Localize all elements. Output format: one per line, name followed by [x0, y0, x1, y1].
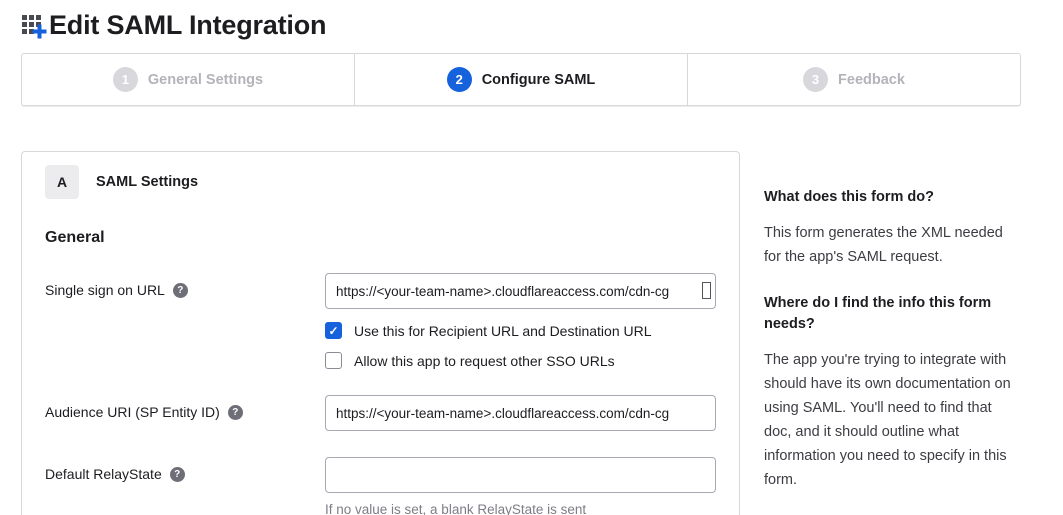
- help-question-2: Where do I find the info this form needs…: [764, 293, 1014, 335]
- default-relaystate-row: Default RelayState If no value is set, a…: [45, 457, 716, 515]
- other-sso-checkbox-row: Allow this app to request other SSO URLs: [325, 352, 716, 369]
- audience-uri-label-group: Audience URI (SP Entity ID): [45, 395, 325, 420]
- content: A SAML Settings General Single sign on U…: [21, 151, 1021, 515]
- tab-configure-saml[interactable]: 2 Configure SAML: [354, 54, 687, 105]
- other-sso-checkbox[interactable]: [325, 352, 342, 369]
- default-relaystate-label-group: Default RelayState: [45, 457, 325, 482]
- tab-feedback[interactable]: 3 Feedback: [687, 54, 1020, 105]
- step-number-badge: 1: [113, 67, 138, 92]
- general-group-title: General: [45, 229, 716, 247]
- section-a-badge: A: [45, 165, 79, 199]
- step-number-badge: 2: [447, 67, 472, 92]
- tab-general-settings[interactable]: 1 General Settings: [22, 54, 354, 105]
- step-number-badge: 3: [803, 67, 828, 92]
- page: Edit SAML Integration 1 General Settings…: [21, 0, 1021, 515]
- section-title: SAML Settings: [96, 174, 198, 190]
- recipient-url-checkbox-label: Use this for Recipient URL and Destinati…: [354, 323, 652, 339]
- audience-uri-label: Audience URI (SP Entity ID): [45, 404, 220, 420]
- audience-uri-input-wrap: [325, 395, 716, 431]
- section-header: A SAML Settings: [45, 165, 716, 199]
- help-icon[interactable]: [228, 405, 243, 420]
- help-answer-2: The app you're trying to integrate with …: [764, 348, 1014, 492]
- default-relaystate-input[interactable]: [325, 457, 716, 493]
- page-title: Edit SAML Integration: [49, 10, 326, 41]
- wizard-steps: 1 General Settings 2 Configure SAML 3 Fe…: [21, 53, 1021, 106]
- step-label: Feedback: [838, 72, 905, 88]
- page-header: Edit SAML Integration: [21, 0, 1021, 53]
- recipient-url-checkbox-row: Use this for Recipient URL and Destinati…: [325, 322, 716, 339]
- sso-url-label: Single sign on URL: [45, 282, 165, 298]
- help-panel: What does this form do? This form genera…: [764, 151, 1014, 515]
- default-relaystate-input-wrap: [325, 457, 716, 493]
- audience-uri-field-group: [325, 395, 716, 431]
- help-question-1: What does this form do?: [764, 187, 1014, 208]
- sso-url-label-group: Single sign on URL: [45, 273, 325, 298]
- default-relaystate-hint: If no value is set, a blank RelayState i…: [325, 502, 716, 515]
- sso-url-input-wrap: [325, 273, 716, 309]
- recipient-url-checkbox[interactable]: [325, 322, 342, 339]
- sso-url-field-group: Use this for Recipient URL and Destinati…: [325, 273, 716, 369]
- step-label: Configure SAML: [482, 72, 596, 88]
- sso-url-row: Single sign on URL Use this for Recipien…: [45, 273, 716, 369]
- default-relaystate-label: Default RelayState: [45, 466, 162, 482]
- add-app-grid-icon: [21, 12, 47, 40]
- default-relaystate-field-group: If no value is set, a blank RelayState i…: [325, 457, 716, 515]
- other-sso-checkbox-label: Allow this app to request other SSO URLs: [354, 353, 615, 369]
- audience-uri-input[interactable]: [325, 395, 716, 431]
- help-icon[interactable]: [170, 467, 185, 482]
- audience-uri-row: Audience URI (SP Entity ID): [45, 395, 716, 431]
- step-label: General Settings: [148, 72, 263, 88]
- help-answer-1: This form generates the XML needed for t…: [764, 221, 1014, 269]
- help-icon[interactable]: [173, 283, 188, 298]
- sso-url-input[interactable]: [325, 273, 716, 309]
- saml-settings-card: A SAML Settings General Single sign on U…: [21, 151, 740, 515]
